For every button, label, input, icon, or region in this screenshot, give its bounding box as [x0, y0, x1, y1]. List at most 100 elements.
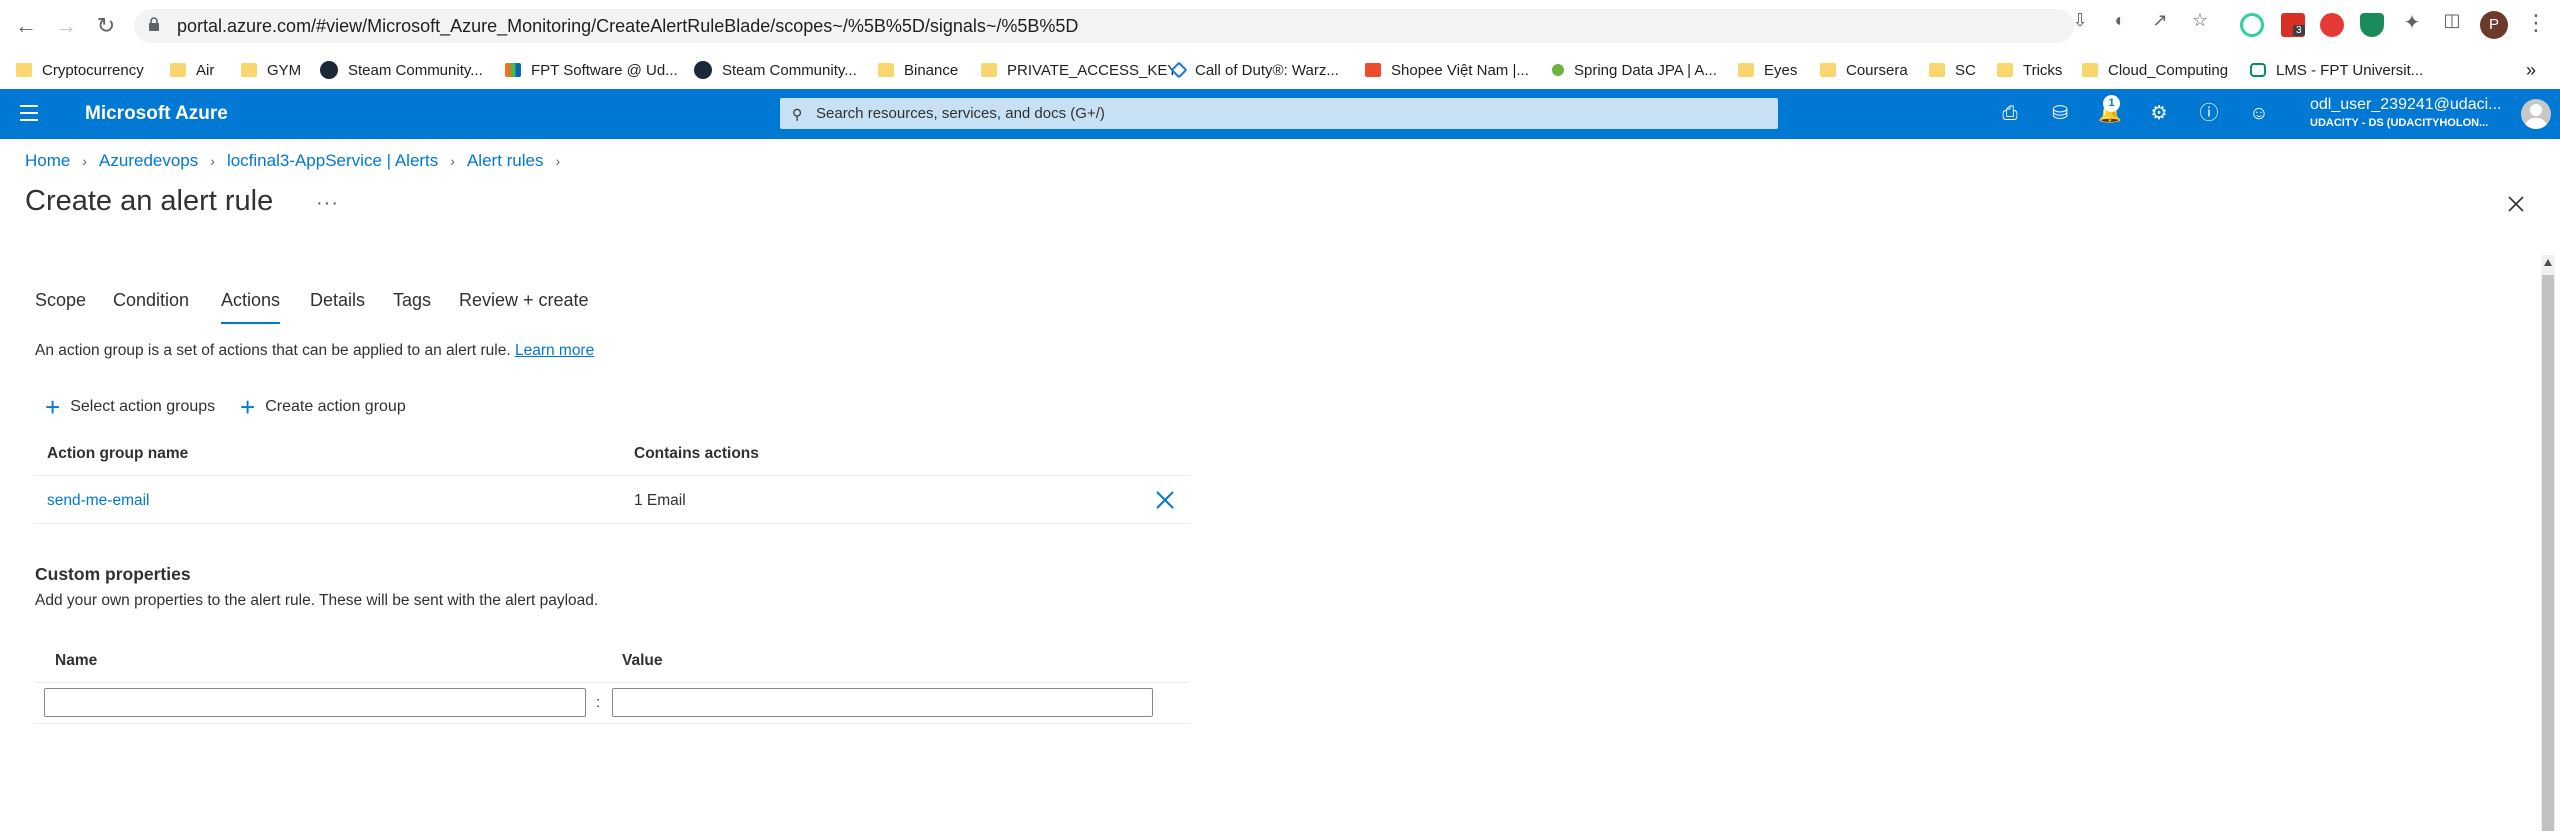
- back-icon[interactable]: ←: [12, 12, 40, 40]
- breadcrumb-home[interactable]: Home: [25, 151, 70, 171]
- breadcrumb-alert-rules[interactable]: Alert rules: [467, 151, 544, 171]
- puzzle-icon[interactable]: ✦: [2400, 10, 2424, 35]
- user-avatar[interactable]: [2521, 99, 2551, 129]
- menu-dots-icon[interactable]: ⋮: [2524, 10, 2548, 36]
- browser-toolbar: ← → ↻ portal.azure.com/#view/Microsoft_A…: [0, 0, 2560, 52]
- bookmark-item[interactable]: LMS - FPT Universit...: [2250, 58, 2423, 82]
- chevron-right-icon: ›: [555, 153, 561, 169]
- folder-icon: [1820, 63, 1836, 77]
- side-panel-icon[interactable]: ◫: [2440, 10, 2464, 31]
- table-divider: [35, 682, 1189, 683]
- bookmark-item[interactable]: Coursera: [1820, 58, 1908, 82]
- bookmark-item[interactable]: Spring Data JPA | A...: [1552, 58, 1717, 82]
- folder-icon: [16, 63, 32, 77]
- forward-icon[interactable]: →: [52, 12, 80, 40]
- bookmark-item[interactable]: Binance: [878, 58, 958, 82]
- remove-action-group-icon[interactable]: [1153, 488, 1177, 512]
- address-bar[interactable]: portal.azure.com/#view/Microsoft_Azure_M…: [134, 9, 2074, 43]
- bookmark-label: LMS - FPT Universit...: [2276, 61, 2424, 79]
- select-action-groups-button[interactable]: + Select action groups: [45, 394, 215, 420]
- search-placeholder: Search resources, services, and docs (G+…: [816, 105, 1105, 122]
- extension-red-icon[interactable]: 3: [2281, 13, 2305, 37]
- tab-actions[interactable]: Actions: [221, 290, 281, 324]
- install-icon[interactable]: ⇩: [2068, 10, 2092, 31]
- fpt-icon: [505, 63, 521, 77]
- column-header-value: Value: [622, 652, 663, 669]
- bookmark-item[interactable]: Air: [170, 58, 214, 82]
- bookmark-item[interactable]: Steam Community...: [694, 58, 857, 82]
- cod-icon: [1170, 61, 1188, 79]
- close-icon[interactable]: [2504, 192, 2528, 216]
- help-icon[interactable]: ⓘ: [2196, 102, 2222, 126]
- feedback-icon[interactable]: ☺: [2246, 102, 2272, 126]
- tab-review-create[interactable]: Review + create: [459, 290, 589, 311]
- name-value-separator: :: [596, 694, 601, 711]
- actions-intro-text: An action group is a set of actions that…: [35, 342, 511, 359]
- bookmark-label: FPT Software @ Ud...: [531, 61, 678, 79]
- bookmark-item[interactable]: PRIVATE_ACCESS_KEY: [981, 58, 1177, 82]
- bookmark-label: Tricks: [2023, 61, 2063, 79]
- breadcrumb-azuredevops[interactable]: Azuredevops: [99, 151, 198, 171]
- user-tenant[interactable]: UDACITY - DS (UDACITYHOLON...: [2310, 117, 2488, 129]
- actions-intro: An action group is a set of actions that…: [35, 342, 594, 360]
- bookmark-label: Eyes: [1764, 61, 1798, 79]
- more-bookmarks-icon[interactable]: »: [2526, 58, 2536, 82]
- learn-more-link[interactable]: Learn more: [515, 342, 594, 359]
- user-name[interactable]: odl_user_239241@udaci...: [2310, 96, 2502, 114]
- grammarly-extension-icon[interactable]: [2240, 13, 2264, 37]
- action-group-link[interactable]: send-me-email: [47, 492, 150, 510]
- column-header-contains-actions: Contains actions: [634, 445, 759, 462]
- create-action-group-button[interactable]: + Create action group: [240, 392, 406, 422]
- settings-gear-icon[interactable]: ⚙: [2146, 102, 2172, 126]
- shopee-icon: [1365, 63, 1381, 77]
- table-divider: [35, 723, 1189, 724]
- bookmark-item[interactable]: Shopee Việt Nam |...: [1365, 58, 1529, 82]
- bookmark-item[interactable]: Steam Community...: [320, 58, 483, 82]
- more-options-icon[interactable]: ···: [316, 192, 339, 215]
- breadcrumb-appservice-alerts[interactable]: locfinal3-AppService | Alerts: [227, 151, 438, 171]
- plus-icon: +: [240, 392, 256, 422]
- bookmark-item[interactable]: FPT Software @ Ud...: [505, 58, 678, 82]
- mega-extension-icon[interactable]: [2320, 13, 2344, 37]
- tab-scope[interactable]: Scope: [35, 290, 86, 311]
- custom-property-value-input[interactable]: [612, 688, 1153, 717]
- chevron-right-icon: ›: [210, 153, 215, 169]
- tab-condition[interactable]: Condition: [113, 290, 189, 311]
- azure-brand[interactable]: Microsoft Azure: [85, 103, 228, 125]
- profile-avatar[interactable]: P: [2480, 11, 2508, 39]
- reload-icon[interactable]: ↻: [92, 12, 120, 40]
- bookmark-item[interactable]: Cryptocurrency: [16, 58, 144, 82]
- bookmark-item[interactable]: GYM: [241, 58, 301, 82]
- bookmark-item[interactable]: Tricks: [1997, 58, 2062, 82]
- page-scrollbar[interactable]: [2541, 255, 2555, 831]
- notification-badge: 1: [2103, 95, 2120, 112]
- eye-off-icon[interactable]: ◐: [2108, 10, 2132, 31]
- bookmark-item[interactable]: Eyes: [1738, 58, 1797, 82]
- tab-details[interactable]: Details: [310, 290, 365, 311]
- bookmark-item[interactable]: Cloud_Computing: [2082, 58, 2228, 82]
- bookmark-item[interactable]: Call of Duty®: Warz...: [1170, 58, 1339, 82]
- bookmark-label: PRIVATE_ACCESS_KEY: [1007, 61, 1178, 79]
- folder-icon: [1929, 63, 1945, 77]
- scrollbar-thumb[interactable]: [2542, 275, 2554, 831]
- search-icon: ⚲: [792, 106, 803, 122]
- folder-icon: [241, 63, 257, 77]
- tab-tags[interactable]: Tags: [393, 290, 431, 311]
- azure-header: Microsoft Azure ⚲ Search resources, serv…: [0, 89, 2560, 139]
- directory-filter-icon[interactable]: ⛁: [2047, 102, 2073, 126]
- lock-icon: [149, 17, 159, 31]
- bookmark-item[interactable]: SC: [1929, 58, 1976, 82]
- bookmark-label: Shopee Việt Nam |...: [1391, 61, 1529, 79]
- column-header-action-group-name: Action group name: [47, 445, 189, 462]
- shield-extension-icon[interactable]: [2360, 13, 2384, 37]
- global-search-input[interactable]: ⚲ Search resources, services, and docs (…: [780, 98, 1778, 129]
- bookmark-label: GYM: [267, 61, 302, 79]
- contains-actions-cell: 1 Email: [634, 492, 686, 509]
- star-icon[interactable]: ☆: [2188, 10, 2212, 31]
- cloud-shell-icon[interactable]: ⎙: [1997, 102, 2023, 126]
- bookmark-label: Steam Community...: [722, 61, 857, 79]
- share-icon[interactable]: ↗: [2148, 10, 2172, 31]
- custom-property-name-input[interactable]: [44, 688, 586, 717]
- scroll-up-arrow-icon[interactable]: [2544, 259, 2552, 266]
- hamburger-menu-icon[interactable]: [20, 105, 38, 126]
